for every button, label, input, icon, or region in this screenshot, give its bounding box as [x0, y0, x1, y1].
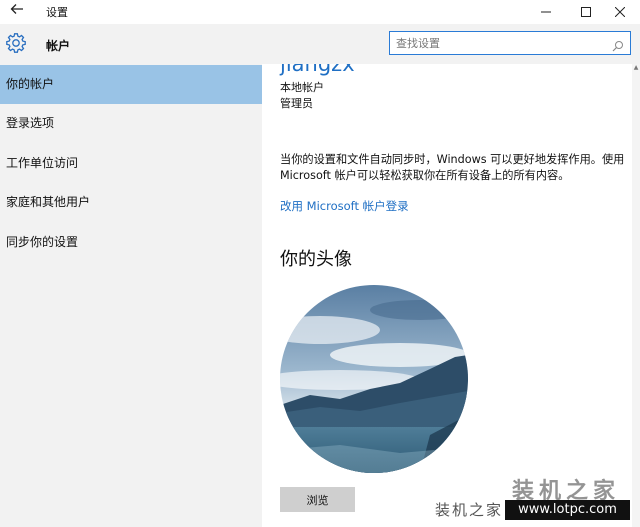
- sidebar-item-work-access[interactable]: 工作单位访问: [0, 144, 262, 183]
- sidebar-item-sign-in-options[interactable]: 登录选项: [0, 104, 262, 143]
- search-box[interactable]: [389, 31, 631, 55]
- browse-button[interactable]: 浏览: [280, 487, 355, 512]
- watermark-url: www.lotpc.com: [505, 500, 630, 520]
- search-input[interactable]: [396, 33, 606, 54]
- switch-to-microsoft-account-link[interactable]: 改用 Microsoft 帐户登录: [280, 198, 409, 214]
- sidebar-item-sync-settings[interactable]: 同步你的设置: [0, 223, 262, 262]
- search-icon[interactable]: [612, 37, 624, 52]
- account-type: 本地帐户: [280, 81, 324, 94]
- gear-icon: [5, 32, 27, 54]
- minimize-icon[interactable]: [526, 0, 566, 24]
- account-panel: jiangzx 本地帐户 管理员 当你的设置和文件自动同步时，Windows 可…: [262, 64, 632, 527]
- account-role: 管理员: [280, 97, 313, 110]
- avatar-image: [280, 285, 468, 473]
- page-title: 帐户: [46, 39, 71, 53]
- watermark-site-name: 装机之家: [435, 501, 504, 519]
- window-title: 设置: [46, 6, 68, 19]
- account-username: jiangzx: [280, 64, 355, 76]
- back-arrow-icon[interactable]: [8, 2, 26, 20]
- settings-header: 帐户: [0, 24, 640, 64]
- title-bar: 设置: [0, 0, 640, 24]
- sidebar-item-your-account[interactable]: 你的帐户: [0, 65, 262, 104]
- close-icon[interactable]: [600, 0, 640, 24]
- scrollbar[interactable]: [632, 64, 640, 527]
- scroll-up-arrow-icon[interactable]: ▲: [633, 65, 639, 71]
- sync-description: 当你的设置和文件自动同步时，Windows 可以更好地发挥作用。使用 Micro…: [280, 153, 625, 182]
- avatar-heading: 你的头像: [280, 249, 352, 270]
- sidebar: 你的帐户 登录选项 工作单位访问 家庭和其他用户 同步你的设置: [0, 64, 262, 527]
- sidebar-item-family-users[interactable]: 家庭和其他用户: [0, 183, 262, 222]
